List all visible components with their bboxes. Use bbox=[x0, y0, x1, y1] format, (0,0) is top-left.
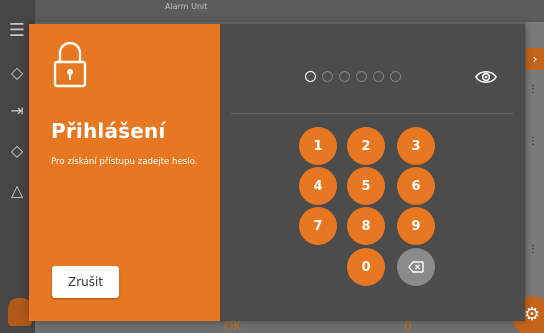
kebab-menu-icon[interactable]: ⋮ bbox=[528, 244, 538, 255]
login-info-panel: Přihlášení Pro získání přístupu zadejte … bbox=[29, 24, 220, 321]
kebab-menu-icon[interactable]: ⋮ bbox=[528, 84, 538, 95]
kebab-menu-icon[interactable]: ⋮ bbox=[528, 136, 538, 147]
key-8[interactable]: 8 bbox=[347, 207, 385, 245]
app-header-title: Alarm Unit bbox=[165, 2, 208, 11]
backspace-button[interactable] bbox=[397, 248, 435, 286]
key-7[interactable]: 7 bbox=[299, 207, 337, 245]
eye-icon[interactable] bbox=[475, 68, 497, 86]
key-2[interactable]: 2 bbox=[347, 127, 385, 165]
key-5[interactable]: 5 bbox=[347, 167, 385, 205]
pin-entry-panel: 1 2 3 4 5 6 7 8 9 0 bbox=[220, 24, 525, 321]
dashboard-icon[interactable]: ◇ bbox=[6, 62, 28, 84]
key-4[interactable]: 4 bbox=[299, 167, 337, 205]
pin-dot bbox=[390, 71, 401, 82]
pin-dot bbox=[305, 71, 316, 82]
hamburger-menu-icon[interactable]: ☰ bbox=[6, 20, 28, 42]
logout-icon[interactable]: ⇥ bbox=[6, 100, 28, 122]
alarm-list-icon[interactable]: ◇ bbox=[6, 140, 28, 162]
bell-icon[interactable]: △ bbox=[6, 180, 28, 202]
key-0[interactable]: 0 bbox=[347, 248, 385, 286]
key-1[interactable]: 1 bbox=[299, 127, 337, 165]
backspace-icon bbox=[408, 261, 424, 273]
divider bbox=[231, 113, 513, 114]
chevron-right-icon[interactable]: › bbox=[526, 48, 544, 70]
status-count-text: 0 bbox=[404, 319, 412, 333]
login-dialog: Přihlášení Pro získání přístupu zadejte … bbox=[29, 24, 525, 321]
screen: ☰ ◇ ⇥ ◇ △ Alarm Unit › ⋮ ⋮ ⋮ OK 0 ⚙ Přih… bbox=[0, 0, 544, 333]
page-title: Přihlášení bbox=[51, 119, 166, 143]
key-9[interactable]: 9 bbox=[397, 207, 435, 245]
login-description: Pro získání přístupu zadejte heslo. bbox=[51, 157, 198, 167]
key-3[interactable]: 3 bbox=[397, 127, 435, 165]
app-header: Alarm Unit bbox=[35, 0, 544, 22]
pin-indicator bbox=[305, 71, 401, 82]
pin-dot bbox=[373, 71, 384, 82]
lock-icon bbox=[53, 42, 87, 88]
status-ok-text: OK bbox=[224, 319, 242, 333]
pin-dot bbox=[339, 71, 350, 82]
pin-dot bbox=[322, 71, 333, 82]
pin-dot bbox=[356, 71, 367, 82]
cancel-button[interactable]: Zrušit bbox=[52, 266, 119, 298]
key-6[interactable]: 6 bbox=[397, 167, 435, 205]
